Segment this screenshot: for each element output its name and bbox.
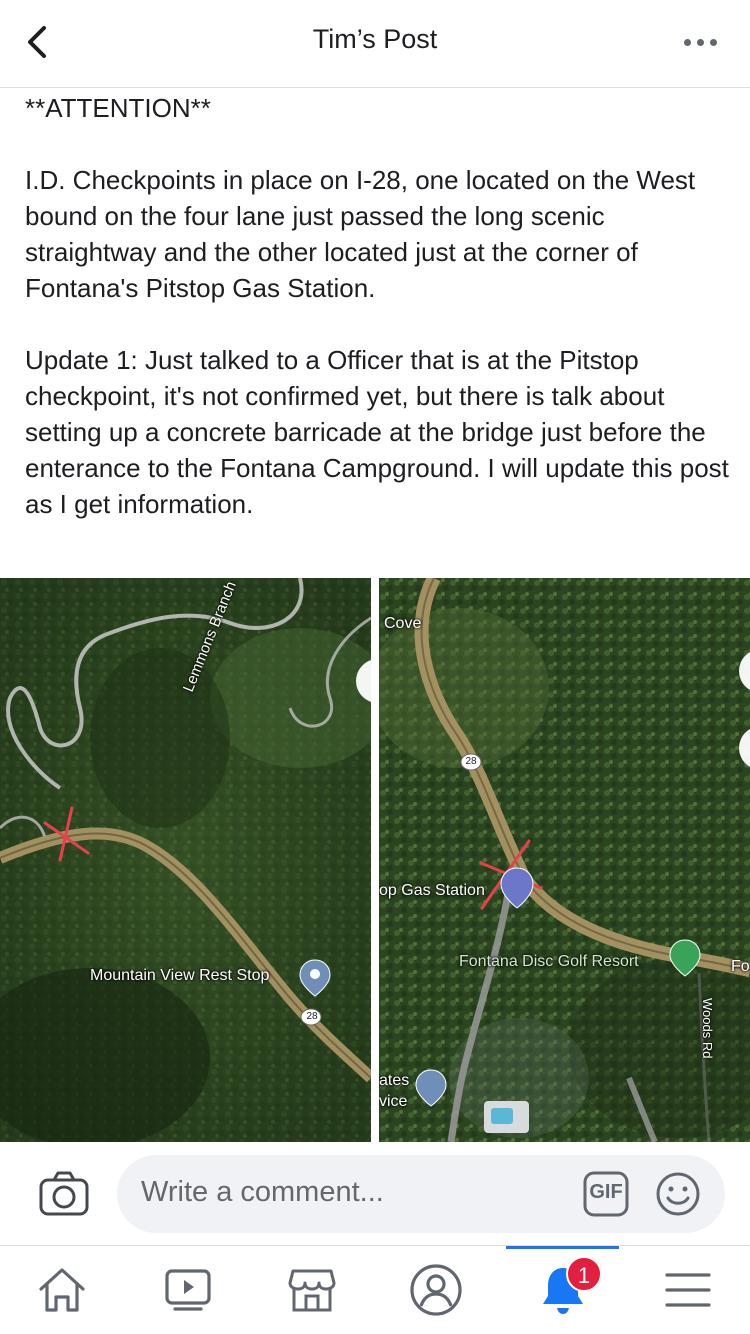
post-paragraph-2: Update 1: Just talked to a Officer that … (25, 345, 729, 519)
satellite-map-right (379, 578, 750, 1142)
map-label-rest-stop: Mountain View Rest Stop (90, 967, 270, 984)
route-shield-right: 28 (465, 756, 477, 767)
map-label-edge: Fo (731, 958, 750, 975)
emoji-button[interactable] (655, 1171, 701, 1217)
map-label-gas-station: op Gas Station (379, 882, 485, 899)
more-dots-icon (681, 38, 720, 46)
tab-profile[interactable] (406, 1262, 466, 1318)
map-label-post-office-1: ates (379, 1072, 410, 1089)
map-label-woods-rd: Woods Rd (700, 998, 715, 1059)
map-image-left[interactable]: Lemmons Branch Mountain View Rest Stop 2… (0, 578, 371, 1142)
profile-icon (410, 1264, 462, 1316)
comment-placeholder: Write a comment... (141, 1176, 384, 1208)
route-shield-left: 28 (306, 1011, 318, 1022)
active-tab-indicator (506, 1246, 619, 1249)
emoji-icon (656, 1172, 700, 1216)
watch-icon (165, 1269, 211, 1311)
more-options-button[interactable] (676, 24, 724, 60)
map-label-post-office-2: vice (379, 1093, 408, 1110)
post-paragraph-1: I.D. Checkpoints in place on I-28, one l… (25, 165, 696, 303)
gif-label: GIF (589, 1181, 623, 1203)
bottom-tab-bar (0, 1246, 750, 1334)
post-body: **ATTENTION** I.D. Checkpoints in place … (25, 90, 730, 522)
post-attention: **ATTENTION** (25, 93, 211, 123)
gif-button[interactable]: GIF (583, 1171, 629, 1217)
satellite-map-left (0, 578, 371, 1142)
menu-icon (665, 1273, 711, 1307)
tab-marketplace[interactable] (282, 1262, 342, 1318)
map-label-golf-resort: Fontana Disc Golf Resort (459, 953, 639, 970)
home-icon (39, 1268, 85, 1312)
post-header: Tim’s Post (0, 0, 750, 88)
map-label-cove: Cove (384, 615, 422, 632)
notifications-badge: 1 (566, 1256, 602, 1292)
map-image-right[interactable]: Cove 28 op Gas Station Fontana Disc Golf… (379, 578, 750, 1142)
comment-bar: Write a comment... GIF (0, 1142, 750, 1246)
post-images: Lemmons Branch Mountain View Rest Stop 2… (0, 578, 750, 1142)
page-title: Tim’s Post (312, 24, 438, 54)
tab-menu[interactable] (658, 1262, 718, 1318)
camera-icon[interactable] (38, 1168, 90, 1220)
tab-home[interactable] (32, 1262, 92, 1318)
marketplace-icon (288, 1269, 336, 1312)
tab-watch[interactable] (158, 1262, 218, 1318)
